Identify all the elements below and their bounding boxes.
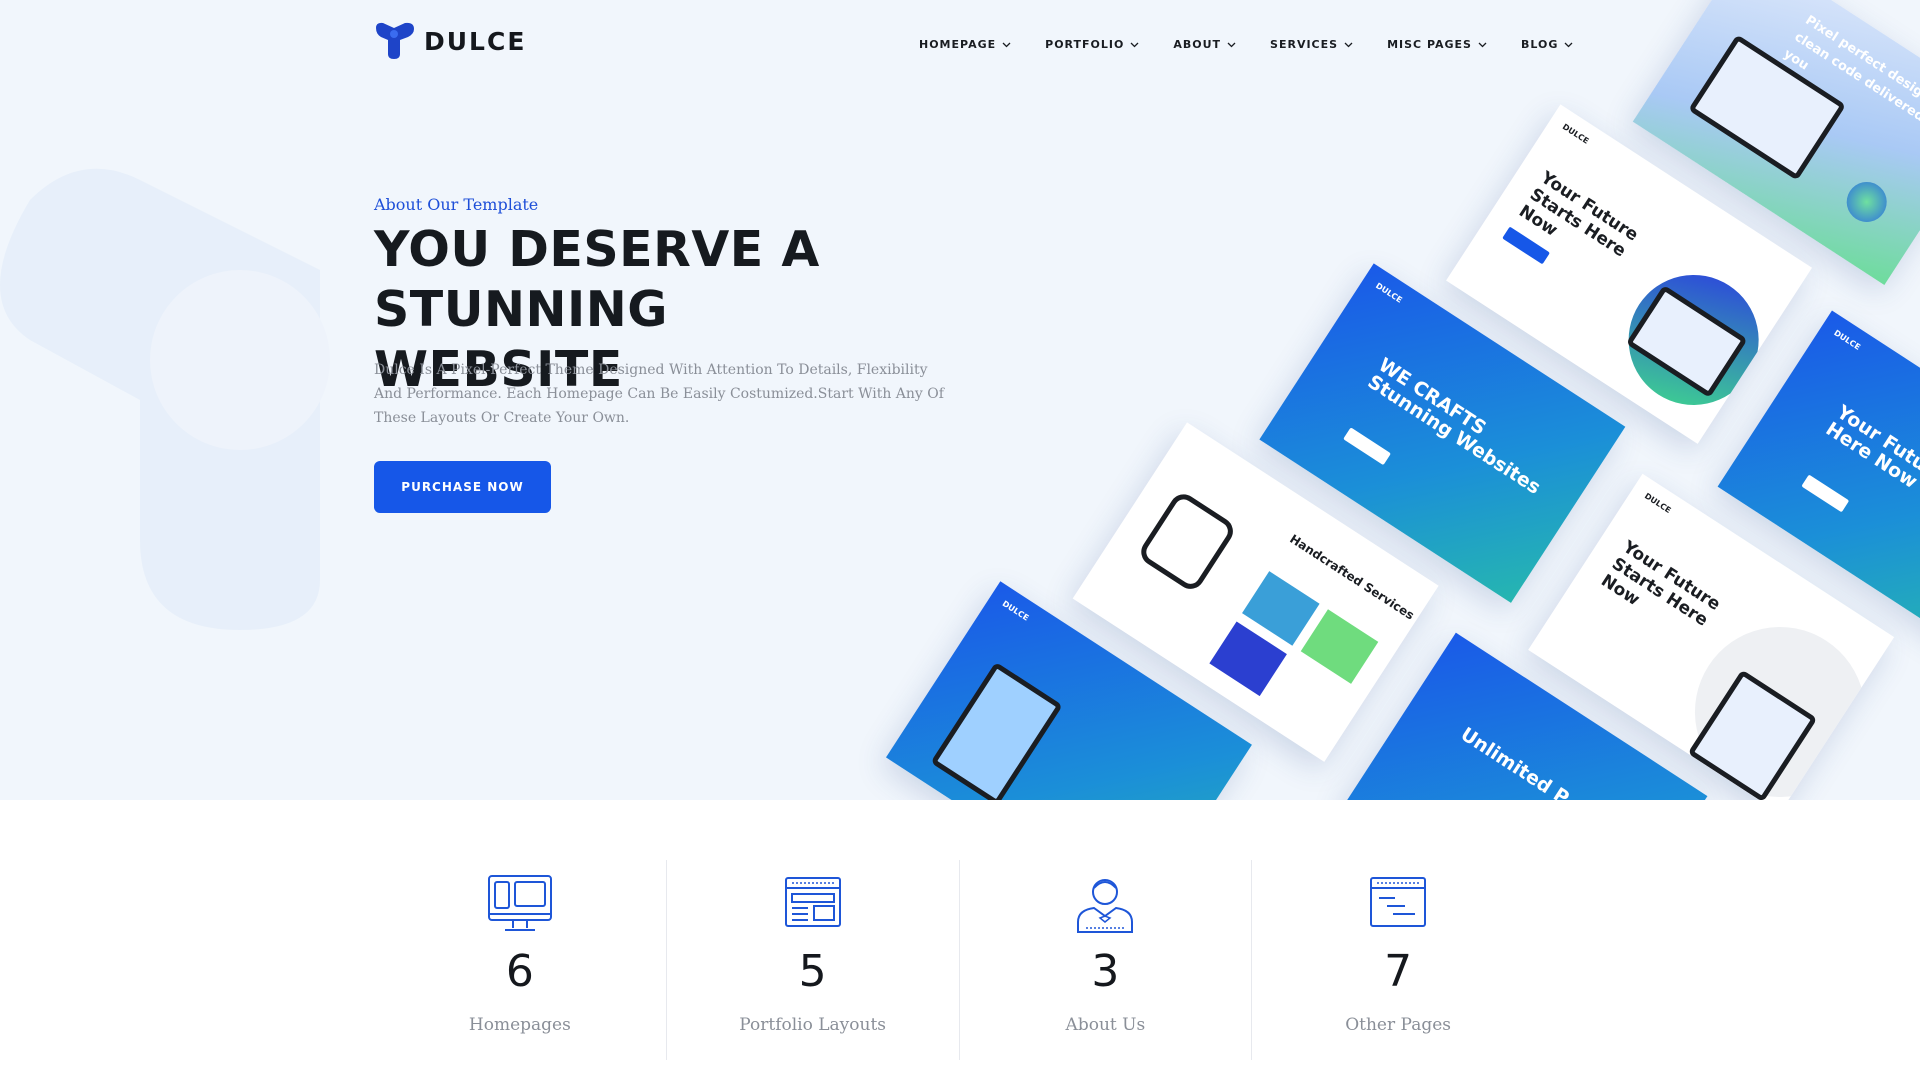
nav-label: HOMEPAGE bbox=[919, 38, 997, 51]
stat-value: 7 bbox=[1384, 946, 1413, 997]
mockup-mini-logo: DULCE bbox=[1374, 281, 1404, 305]
chevron-down-icon bbox=[1002, 42, 1011, 47]
mockup-tile-heading: Your Future Starts Here Now bbox=[1515, 167, 1642, 262]
stat-label: Other Pages bbox=[1345, 1015, 1452, 1035]
browser-layout-icon bbox=[784, 877, 841, 927]
watch-mockup bbox=[1135, 489, 1239, 595]
stat-label: Homepages bbox=[468, 1015, 571, 1035]
mockup-button bbox=[1343, 427, 1392, 466]
mockup-card bbox=[1300, 609, 1379, 684]
mockup-tile-heading: WE CRAFTS Stunning Websites bbox=[1363, 353, 1545, 499]
mockup-tile-heading: Your Future Starts Here Now bbox=[1821, 401, 1920, 527]
stat-value: 5 bbox=[798, 946, 827, 997]
brand-logo[interactable]: DULCE bbox=[374, 22, 526, 60]
brand-name: DULCE bbox=[424, 26, 527, 56]
stat-portfolio-layouts: 5 Portfolio Layouts bbox=[667, 860, 960, 1060]
stat-label: About Us bbox=[1065, 1015, 1146, 1035]
template-mockup-collage: Pixel perfect design and clean code deli… bbox=[885, 0, 1920, 800]
purchase-now-button[interactable]: PURCHASE NOW bbox=[374, 461, 551, 513]
stat-other-pages: 7 Other Pages bbox=[1252, 860, 1544, 1060]
stat-about-us: 3 About Us bbox=[960, 860, 1253, 1060]
decorative-orb bbox=[1839, 174, 1895, 230]
phone-mockup bbox=[930, 661, 1063, 800]
mockup-button bbox=[1801, 474, 1850, 513]
desktop-devices-icon bbox=[487, 875, 552, 931]
background-logo-shape bbox=[0, 168, 330, 630]
nav-homepage[interactable]: HOMEPAGE bbox=[919, 38, 1011, 51]
hero-section: DULCE HOMEPAGE PORTFOLIO ABOUT SERVICES … bbox=[0, 0, 1920, 800]
dulce-logo-icon bbox=[376, 22, 414, 59]
stat-homepages: 6 Homepages bbox=[374, 860, 667, 1060]
hero-description: Dulce Is A Pixel-Perfect Theme Designed … bbox=[374, 362, 944, 426]
document-window-icon bbox=[1370, 877, 1427, 927]
mockup-tile-heading: Unlimited P bbox=[1456, 723, 1573, 800]
person-icon bbox=[1077, 879, 1134, 933]
hero-eyebrow: About Our Template bbox=[374, 195, 539, 214]
mockup-mini-logo: DULCE bbox=[1832, 328, 1862, 352]
stats-section: 6 Homepages 5 Portfolio Layouts 3 About … bbox=[374, 860, 1544, 1060]
headline-line-1: YOU DESERVE A bbox=[374, 221, 820, 278]
mockup-mini-logo: DULCE bbox=[1000, 598, 1031, 623]
mockup-mini-logo: DULCE bbox=[1560, 122, 1591, 146]
stat-value: 3 bbox=[1091, 946, 1120, 997]
mockup-mini-logo: DULCE bbox=[1642, 491, 1673, 516]
stat-value: 6 bbox=[505, 946, 534, 997]
stat-label: Portfolio Layouts bbox=[739, 1015, 886, 1035]
